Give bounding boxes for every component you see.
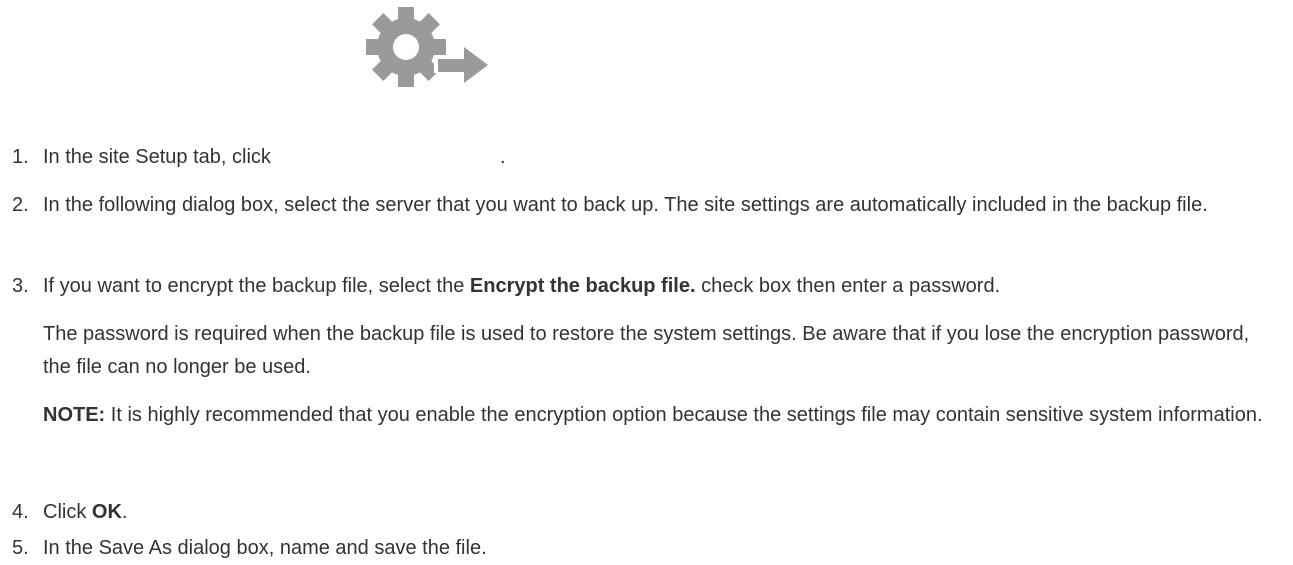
step-number: 2. xyxy=(12,194,29,216)
ok-button-name: OK xyxy=(91,501,122,523)
step-number: 5. xyxy=(12,537,29,559)
step-number: 1. xyxy=(12,146,29,168)
step-3-text-before: If you want to encrypt the backup file, … xyxy=(43,275,470,297)
step-3-instruction: If you want to encrypt the backup file, … xyxy=(43,270,1278,303)
step-number: 4. xyxy=(12,501,29,523)
step-2-text: In the following dialog box, select the … xyxy=(43,194,1208,216)
gear-arrow-icon[interactable] xyxy=(356,7,498,93)
step-3-body: If you want to encrypt the backup file, … xyxy=(43,270,1278,432)
step-3-paragraph: The password is required when the backup… xyxy=(43,323,1250,378)
step-3-note: NOTE: It is highly recommended that you … xyxy=(43,399,1278,432)
step-4-text-after: . xyxy=(121,501,128,523)
note-text: It is highly recommended that you enable… xyxy=(105,404,1263,426)
step-1-text-before: In the site Setup tab, click xyxy=(43,146,271,168)
step-4-text: Click OK. xyxy=(43,496,1278,529)
note-label: NOTE: xyxy=(43,404,106,426)
step-4-text-before: Click xyxy=(43,501,92,523)
encrypt-option-name: Encrypt the backup file. xyxy=(469,275,696,297)
step-1-period: . xyxy=(500,146,506,168)
step-number: 3. xyxy=(12,275,29,297)
step-5-text: In the Save As dialog box, name and save… xyxy=(43,537,487,559)
step-1-text: In the site Setup tab, click xyxy=(43,141,1278,174)
step-3-text-after: check box then enter a password. xyxy=(695,275,1001,297)
